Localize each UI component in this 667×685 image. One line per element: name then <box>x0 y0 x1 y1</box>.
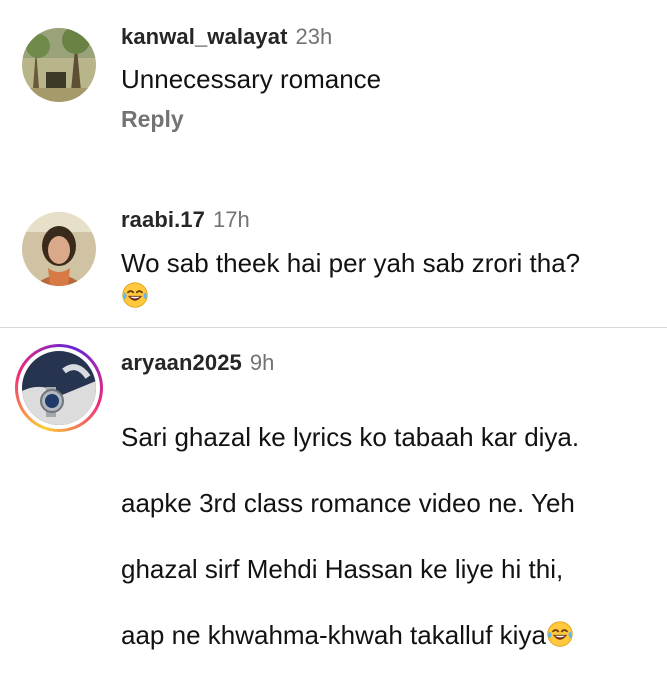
comment-text: Wo sab theek hai per yah sab zrori tha? <box>121 248 581 278</box>
comment-item: raabi.17 17h Wo sab theek hai per yah sab… <box>0 180 667 325</box>
comment-line: aapke 3rd class romance video ne. Yeh <box>121 488 575 518</box>
comment-line: aap ne khwahma-khwah takalluf kiya <box>121 619 651 652</box>
username[interactable]: raabi.17 <box>121 207 205 232</box>
comment-line: Sari ghazal ke lyrics ko tabaah kar diya… <box>121 422 580 452</box>
timestamp: 23h <box>295 24 333 49</box>
landscape-avatar-icon[interactable] <box>22 28 96 102</box>
comment-meta: kanwal_walayat 23h <box>121 24 332 50</box>
comment-item: aryaan2025 9h Sari ghazal ke lyrics ko ta… <box>0 328 667 650</box>
story-ring[interactable] <box>15 344 103 432</box>
username[interactable]: aryaan2025 <box>121 350 242 375</box>
comment-line: ghazal sirf Mehdi Hassan ke liye hi thi, <box>121 554 564 584</box>
username[interactable]: kanwal_walayat <box>121 24 288 49</box>
tears-of-joy-emoji <box>546 620 574 648</box>
timestamp: 9h <box>249 350 275 375</box>
comment-meta: aryaan2025 9h <box>121 350 274 376</box>
person-avatar-icon[interactable] <box>22 212 96 286</box>
comment-meta: raabi.17 17h <box>121 207 250 233</box>
timestamp: 17h <box>212 207 250 232</box>
watch-avatar-icon <box>22 351 96 425</box>
comment-line-text: aap ne khwahma-khwah takalluf kiya <box>121 620 546 650</box>
comment-item: kanwal_walayat 23h Unnecessary romance Re… <box>0 0 667 180</box>
comment-text: Sari ghazal ke lyrics ko tabaah kar diya… <box>121 388 651 685</box>
reply-button[interactable]: Reply <box>121 106 184 133</box>
tears-of-joy-emoji <box>121 281 149 310</box>
comment-text: Unnecessary romance <box>121 64 382 94</box>
